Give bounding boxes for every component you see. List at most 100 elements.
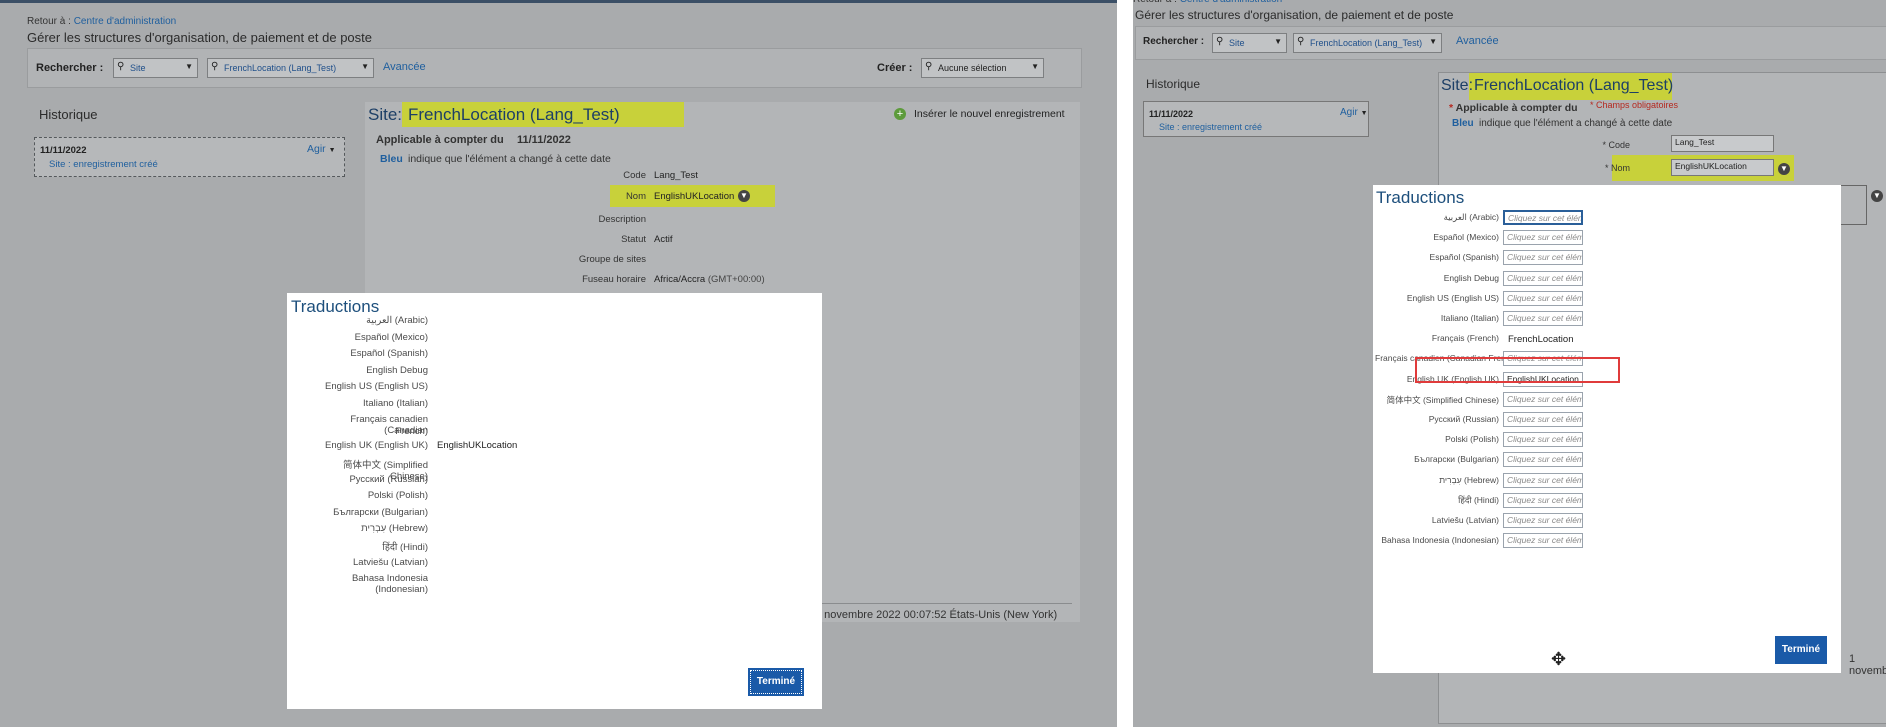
back-prefix: Retour à : [27, 16, 71, 27]
chevron-down-icon: ▼ [1274, 37, 1282, 46]
search-type-select[interactable]: ⚲ Site ▼ [1212, 33, 1287, 53]
search-label: Rechercher : [36, 62, 104, 74]
page-title: Gérer les structures d'organisation, de … [27, 30, 373, 45]
insert-record-link[interactable]: Insérer le nouvel enregistrement [914, 108, 1065, 120]
search-icon: ⚲ [117, 61, 125, 72]
create-select[interactable]: ⚲ Aucune sélection ▼ [921, 58, 1044, 78]
create-label: Créer : [877, 62, 913, 74]
page-title: Gérer les structures d'organisation, de … [1135, 8, 1454, 22]
translation-language-label: Polski (Polish) [367, 490, 428, 501]
back-link[interactable]: Centre d'administration [74, 16, 177, 27]
translation-language-label: Latviešu (Latvian) [353, 557, 428, 568]
translation-language-label: Български (Bulgarian) [1414, 454, 1499, 465]
translation-input[interactable]: Cliquez sur cet élément dans cette zone [1503, 513, 1583, 528]
advanced-link[interactable]: Avancée [1456, 35, 1499, 47]
translation-language-label: 简体中文 (Simplified Chinese) [1386, 394, 1499, 405]
search-type-select[interactable]: ⚲ Site ▼ [113, 58, 198, 78]
translation-input[interactable]: Cliquez sur cet élément dans cette zone [1503, 432, 1583, 448]
chevron-down-icon: ▼ [185, 62, 193, 71]
translation-language-label: English Debug [1443, 272, 1499, 283]
caret-down-icon: ▼ [1360, 110, 1368, 117]
translation-language-label: עִבְרִית (Hebrew) [1439, 474, 1499, 485]
search-value-select[interactable]: ⚲ FrenchLocation (Lang_Test) ▼ [1293, 33, 1442, 53]
legend-blue-word: Bleu [1452, 118, 1474, 129]
translation-language-label: हिंदी (Hindi) [1458, 494, 1499, 505]
legend-blue-text: indique que l'élément a changé à cette d… [1479, 118, 1673, 129]
history-action-menu[interactable]: Agir ▼ [1340, 107, 1368, 118]
translation-language-label: Polski (Polish) [1445, 434, 1499, 445]
back-link-row: Retour à : Centre d'administration [27, 16, 176, 27]
footer-timestamp: 1 novembre 2022 00:07:52 États-Unis (New… [815, 609, 1058, 621]
footer-timestamp: 1 novembre [1849, 653, 1886, 677]
legend-blue-word: Bleu [380, 153, 403, 165]
field-label: Statut [621, 234, 646, 245]
translation-input[interactable]: Cliquez sur cet élément dans cette zone [1503, 210, 1583, 225]
translation-input[interactable]: Cliquez sur cet élément dans cette zone [1503, 492, 1583, 508]
footer-divider [795, 603, 1072, 604]
code-input[interactable]: Lang_Test [1671, 135, 1774, 152]
done-button[interactable]: Terminé [748, 668, 804, 696]
image-separator [1117, 0, 1133, 727]
name-label: * Nom [1604, 163, 1630, 173]
field-value: EnglishUKLocation [654, 191, 735, 202]
site-name: FrenchLocation (Lang_Test) [408, 105, 620, 124]
translation-language-label: العربية (Arabic) [1443, 212, 1499, 222]
translation-language-label: עִבְרִית (Hebrew) [361, 523, 428, 534]
translate-icon[interactable]: ▼ [738, 190, 750, 202]
effective-label: * Applicable à compter du [1449, 102, 1578, 114]
search-bar: Rechercher : ⚲ Site ▼ ⚲ FrenchLocation (… [1135, 26, 1886, 60]
french-callout-box [1415, 357, 1620, 383]
done-button[interactable]: Terminé [1775, 636, 1827, 664]
translation-language-label: Русский (Russian) [349, 474, 428, 485]
translation-input[interactable]: Cliquez sur cet élément dans cette zone [1503, 412, 1583, 427]
translation-input[interactable]: Cliquez sur cet élément dans cette zone [1503, 270, 1583, 286]
search-value-select[interactable]: ⚲ FrenchLocation (Lang_Test) ▼ [207, 58, 374, 78]
translation-language-label: Español (Spanish) [350, 348, 428, 359]
translation-input[interactable]: Cliquez sur cet élément dans cette zone [1503, 230, 1583, 246]
history-entry-card[interactable]: 11/11/2022 Agir ▼ Site : enregistrement … [1143, 101, 1369, 137]
translation-input[interactable]: Cliquez sur cet élément dans cette zone [1503, 311, 1583, 326]
translate-icon[interactable]: ▼ [1871, 190, 1883, 202]
field-label: Description [598, 214, 646, 225]
chevron-down-icon: ▼ [1429, 37, 1437, 46]
translation-language-label: Español (Mexico) [354, 332, 428, 343]
translation-input[interactable]: Cliquez sur cet élément dans cette zone [1503, 391, 1583, 407]
field-value: Africa/Accra (GMT+00:00) [654, 274, 765, 285]
translation-language-label: العربية (Arabic) [366, 315, 428, 326]
right-screenshot: Retour à : Centre d'administration Gérer… [1133, 0, 1886, 727]
translation-language-label: Español (Spanish) [1429, 252, 1499, 263]
translation-language-label: Español (Mexico) [1433, 232, 1499, 243]
search-icon: ⚲ [211, 61, 219, 72]
history-entry[interactable]: Site : enregistrement créé [49, 159, 158, 170]
field-value: Actif [654, 234, 673, 245]
history-action-menu[interactable]: Agir ▼ [307, 143, 336, 155]
field-label: Nom [625, 191, 646, 202]
history-entry[interactable]: Site : enregistrement créé [1159, 122, 1262, 132]
search-icon: ⚲ [925, 61, 933, 72]
history-entry-card[interactable]: 11/11/2022 Agir ▼ Site : enregistrement … [34, 137, 345, 177]
site-name: FrenchLocation (Lang_Test) [1474, 77, 1674, 94]
name-input[interactable]: EnglishUKLocation [1671, 159, 1774, 176]
translate-icon[interactable]: ▼ [1778, 163, 1790, 175]
history-title: Historique [1146, 77, 1201, 91]
history-title: Historique [39, 107, 98, 122]
translation-language-label: Русский (Russian) [1428, 414, 1499, 424]
chevron-down-icon: ▼ [1031, 62, 1039, 71]
insert-icon[interactable]: + [894, 108, 906, 120]
translation-input[interactable]: Cliquez sur cet élément dans cette zone [1503, 533, 1583, 549]
advanced-link[interactable]: Avancée [383, 61, 426, 73]
translation-input[interactable]: FrenchLocation [1503, 333, 1583, 349]
translations-modal: Traductions العربية (Arabic) Español (Mex… [287, 293, 822, 709]
translation-input[interactable]: Cliquez sur cet élément dans cette zone [1503, 452, 1583, 468]
search-icon: ⚲ [1297, 36, 1305, 47]
translation-language-label: English US (English US) [325, 381, 428, 392]
translation-input[interactable]: Cliquez sur cet élément dans cette zone [1503, 472, 1583, 488]
modal-title: Traductions [291, 297, 380, 316]
site-prefix: Site: [1441, 77, 1474, 94]
translation-language-label: Български (Bulgarian) [333, 507, 428, 518]
translation-input[interactable]: Cliquez sur cet élément dans cette zone [1503, 290, 1583, 306]
search-label: Rechercher : [1143, 36, 1205, 47]
site-prefix: Site: [368, 105, 403, 124]
left-screenshot: Retour à : Centre d'administration Gérer… [0, 0, 1117, 727]
translation-input[interactable]: Cliquez sur cet élément dans cette zone [1503, 250, 1583, 266]
